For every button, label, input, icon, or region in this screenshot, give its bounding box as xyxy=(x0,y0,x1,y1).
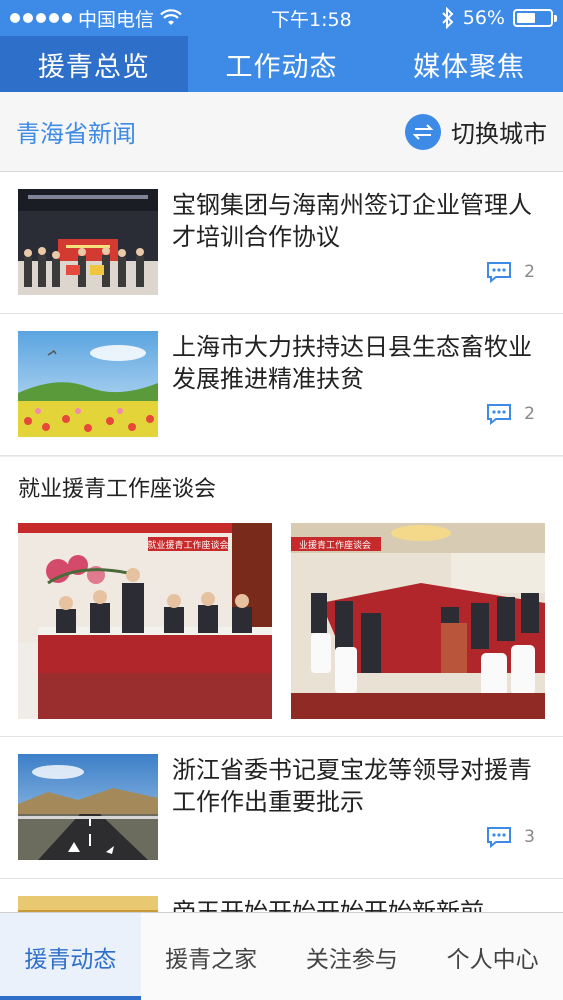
tab-overview[interactable]: 援青总览 xyxy=(0,36,188,92)
meeting-banner-2: 业援青工作座谈会 xyxy=(299,539,371,551)
app-header: 中国电信 下午1:58 56% 援青总览 工作动态 媒体聚焦 xyxy=(0,0,563,92)
swap-arrows-icon xyxy=(405,113,441,150)
gallery-photo-meeting-1[interactable]: 就业援青工作座谈会 xyxy=(18,523,272,719)
comment-count-value: 2 xyxy=(524,262,535,282)
comment-count[interactable]: 3 xyxy=(172,826,545,848)
status-bar: 中国电信 下午1:58 56% xyxy=(0,0,563,36)
comment-count[interactable]: 2 xyxy=(172,261,545,283)
comment-icon xyxy=(487,262,512,283)
switch-city-label: 切换城市 xyxy=(451,120,547,148)
nav-aid-home[interactable]: 援青之家 xyxy=(141,913,282,1000)
battery-percent: 56% xyxy=(462,7,505,29)
carrier-name: 中国电信 xyxy=(78,8,155,31)
news-title: 帝王开始开始开始开始新新前 xyxy=(172,898,484,912)
section-header: 青海省新闻 切换城市 xyxy=(0,92,563,172)
news-item[interactable]: 帝王开始开始开始开始新新前 xyxy=(0,879,563,912)
bottom-nav-bar: 援青动态 援青之家 关注参与 个人中心 xyxy=(0,912,563,1000)
bluetooth-icon xyxy=(442,7,454,29)
comment-icon xyxy=(487,404,512,425)
comment-count-value: 2 xyxy=(524,404,535,424)
news-item[interactable]: 上海市大力扶持达日县生态畜牧业发展推进精准扶贫 2 xyxy=(0,314,563,456)
top-tab-bar: 援青总览 工作动态 媒体聚焦 xyxy=(0,36,563,92)
news-item[interactable]: 宝钢集团与海南州签订企业管理人才培训合作协议 2 xyxy=(0,172,563,314)
nav-participate[interactable]: 关注参与 xyxy=(282,913,423,1000)
province-news-title: 青海省新闻 xyxy=(16,120,136,148)
news-thumbnail-highway xyxy=(18,754,158,860)
photo-gallery-item[interactable]: 就业援青工作座谈会 就业援青工作座谈会 业援青工作座谈会 xyxy=(0,457,563,737)
battery-icon xyxy=(512,9,557,27)
news-title: 浙江省委书记夏宝龙等领导对援青工作作出重要批示 xyxy=(172,756,532,816)
status-time: 下午1:58 xyxy=(271,8,352,31)
comment-icon xyxy=(487,827,512,848)
news-title: 上海市大力扶持达日县生态畜牧业发展推进精准扶贫 xyxy=(172,333,532,393)
wifi-icon xyxy=(160,9,182,25)
gallery-photo-meeting-2[interactable]: 业援青工作座谈会 xyxy=(291,523,545,719)
tab-work-news[interactable]: 工作动态 xyxy=(188,36,376,92)
news-thumbnail-grassland xyxy=(18,331,158,437)
news-thumbnail-signing-ceremony xyxy=(18,189,158,295)
comment-count[interactable]: 2 xyxy=(172,403,545,425)
meeting-banner-1: 就业援青工作座谈会 xyxy=(147,539,228,551)
nav-personal-center[interactable]: 个人中心 xyxy=(422,913,563,1000)
nav-aid-news[interactable]: 援青动态 xyxy=(0,913,141,1000)
news-thumbnail-partial xyxy=(18,896,158,912)
comment-count-value: 3 xyxy=(524,827,535,847)
switch-city-button[interactable]: 切换城市 xyxy=(405,113,547,150)
gallery-title: 就业援青工作座谈会 xyxy=(18,477,217,502)
news-item[interactable]: 浙江省委书记夏宝龙等领导对援青工作作出重要批示 3 xyxy=(0,737,563,879)
signal-strength-icon xyxy=(10,13,72,23)
news-title: 宝钢集团与海南州签订企业管理人才培训合作协议 xyxy=(172,191,532,251)
news-feed[interactable]: 宝钢集团与海南州签订企业管理人才培训合作协议 2 上海市大力扶持达日县生态畜牧业… xyxy=(0,172,563,912)
tab-media-focus[interactable]: 媒体聚焦 xyxy=(375,36,563,92)
